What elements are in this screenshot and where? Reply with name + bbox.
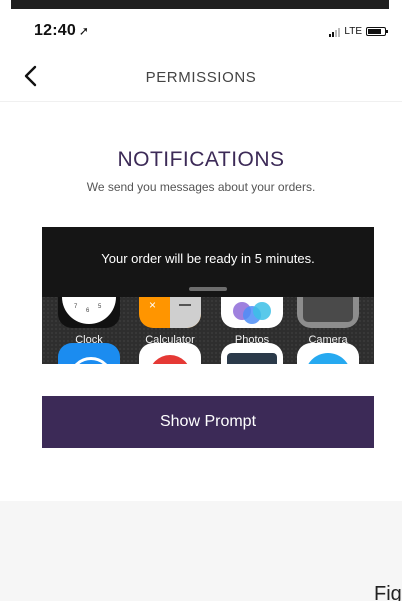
app-row2-3 [219,343,285,364]
status-indicators: LTE [329,26,388,37]
app-store-icon [58,343,120,364]
section-heading: NOTIFICATIONS [117,148,285,171]
location-arrow-icon: ➚ [78,24,90,38]
show-prompt-button[interactable]: Show Prompt [42,396,374,448]
network-type-label: LTE [344,26,362,37]
notification-preview: 657 Clock × Calculator Photos Camera You… [42,227,374,364]
app-row2-1 [56,343,122,364]
battery-icon [366,27,388,36]
top-edge-bar [11,0,389,9]
page-title: PERMISSIONS [145,69,257,86]
red-app-icon [139,343,201,364]
notification-grabber-handle [189,287,227,291]
dark-app-icon [221,343,283,364]
notification-banner: Your order will be ready in 5 minutes. [42,227,374,297]
app-row2-4 [295,343,361,364]
section-description: We send you messages about your orders. [86,180,316,194]
app-row2-2 [137,343,203,364]
signal-strength-icon [329,27,341,37]
status-bar: 12:40 ➚ LTE [0,22,402,44]
navigation-bar: PERMISSIONS [0,56,402,102]
corner-text: Fig [374,583,402,601]
bottom-panel [0,501,402,601]
blue-app-icon [297,343,359,364]
status-time-text: 12:40 [34,22,76,39]
status-time: 12:40 ➚ [34,22,89,40]
notification-message: Your order will be ready in 5 minutes. [101,251,315,266]
